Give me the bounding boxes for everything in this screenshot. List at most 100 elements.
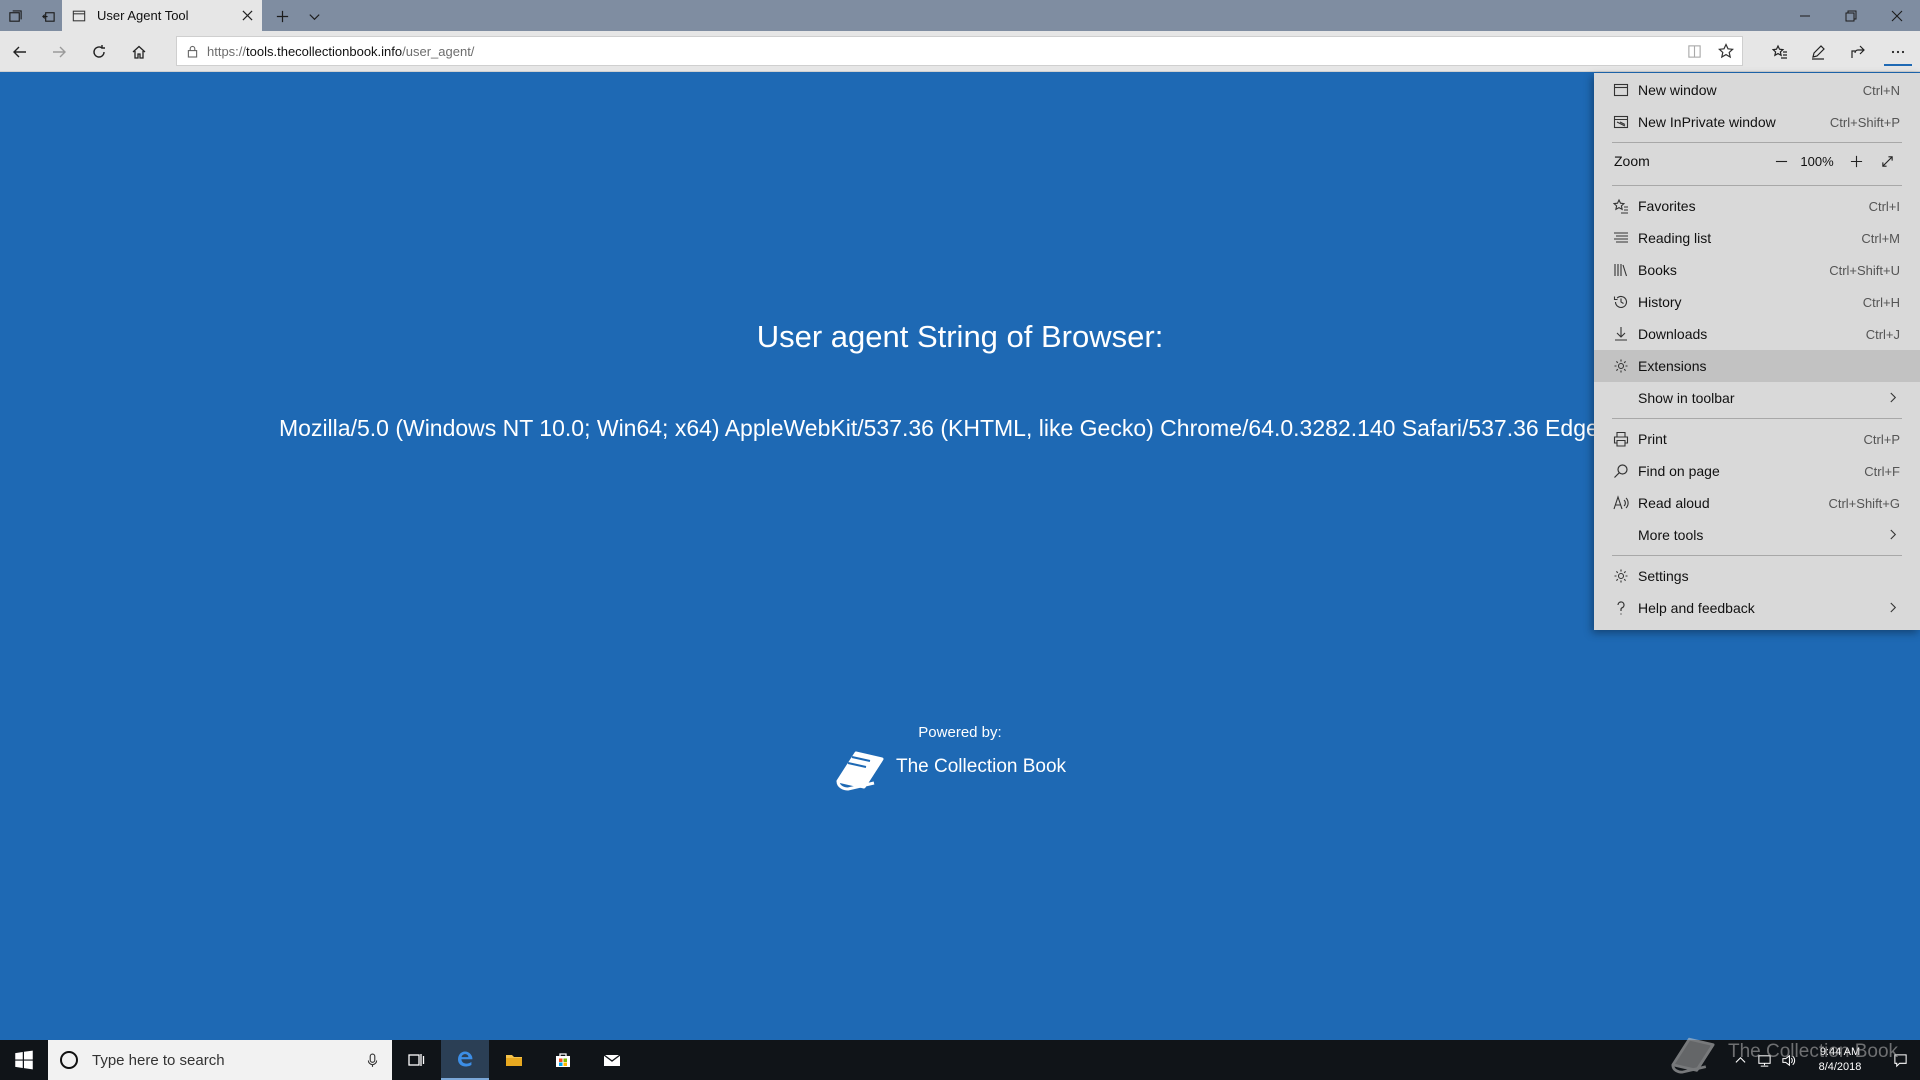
inprivate-window-icon: [1612, 113, 1630, 131]
question-mark-icon: [1612, 599, 1630, 617]
read-aloud-icon: [1612, 494, 1630, 512]
taskbar-search[interactable]: Type here to search: [48, 1040, 392, 1080]
reading-view-icon[interactable]: [1678, 44, 1710, 59]
minimize-button[interactable]: [1782, 0, 1828, 31]
zoom-out-button[interactable]: [1768, 148, 1794, 174]
back-button[interactable]: [6, 38, 34, 66]
address-bar[interactable]: https://tools.thecollectionbook.info/use…: [176, 36, 1743, 66]
menu-shortcut: Ctrl+Shift+U: [1829, 262, 1900, 278]
user-agent-string: Mozilla/5.0 (Windows NT 10.0; Win64; x64…: [279, 415, 1650, 441]
microphone-icon[interactable]: [364, 1051, 380, 1069]
settings-and-more-button[interactable]: [1884, 38, 1912, 66]
menu-shortcut: Ctrl+P: [1863, 431, 1900, 447]
menu-item-show-in-toolbar[interactable]: Show in toolbar: [1594, 382, 1920, 414]
zoom-in-button[interactable]: [1843, 148, 1869, 174]
settings-gear-icon: [1612, 567, 1630, 585]
book-logo-icon: [834, 743, 886, 791]
web-note-pen-icon[interactable]: [1804, 38, 1832, 66]
menu-shortcut: Ctrl+I: [1868, 198, 1900, 214]
chevron-right-icon: [1889, 390, 1898, 406]
menu-item-history[interactable]: History Ctrl+H: [1594, 286, 1920, 318]
menu-item-extensions[interactable]: Extensions: [1594, 350, 1920, 382]
title-bar: User Agent Tool: [0, 0, 1920, 31]
new-tab-icon[interactable]: [271, 5, 293, 27]
menu-label: Find on page: [1638, 463, 1720, 479]
menu-divider: [1612, 555, 1902, 556]
menu-label: Favorites: [1638, 198, 1696, 214]
file-explorer-icon[interactable]: [490, 1040, 538, 1080]
forward-button[interactable]: [45, 38, 73, 66]
search-icon: [1612, 462, 1630, 480]
search-placeholder: Type here to search: [92, 1051, 225, 1069]
lock-icon[interactable]: [177, 45, 207, 58]
menu-label: New InPrivate window: [1638, 114, 1776, 130]
set-tabs-aside-icon[interactable]: [37, 5, 59, 27]
watermark-text: The Collection Book: [1728, 1041, 1899, 1062]
menu-divider: [1612, 185, 1902, 186]
menu-label: Books: [1638, 262, 1677, 278]
menu-item-help-and-feedback[interactable]: Help and feedback: [1594, 592, 1920, 624]
url-host: tools.thecollectionbook.info: [246, 43, 403, 59]
menu-label: Read aloud: [1638, 495, 1710, 511]
menu-item-find-on-page[interactable]: Find on page Ctrl+F: [1594, 455, 1920, 487]
menu-shortcut: Ctrl+N: [1862, 82, 1900, 98]
cortana-circle-icon: [60, 1051, 78, 1069]
chevron-right-icon: [1889, 527, 1898, 543]
store-bag-icon[interactable]: [539, 1040, 587, 1080]
menu-divider: [1612, 418, 1902, 419]
close-window-button[interactable]: [1874, 0, 1920, 31]
menu-item-favorites[interactable]: Favorites Ctrl+I: [1594, 190, 1920, 222]
chevron-right-icon: [1889, 600, 1898, 616]
menu-shortcut: Ctrl+Shift+G: [1828, 495, 1900, 511]
menu-label: More tools: [1638, 527, 1704, 543]
chevron-down-icon[interactable]: [303, 5, 325, 27]
menu-item-more-tools[interactable]: More tools: [1594, 519, 1920, 551]
restore-button[interactable]: [1828, 0, 1874, 31]
refresh-button[interactable]: [85, 38, 113, 66]
close-tab-icon[interactable]: [235, 4, 259, 28]
edge-browser-icon[interactable]: [441, 1040, 489, 1080]
add-favorite-star-icon[interactable]: [1710, 43, 1742, 59]
zoom-row: Zoom 100%: [1594, 142, 1920, 180]
menu-label: Extensions: [1638, 358, 1707, 374]
browser-tab[interactable]: User Agent Tool: [62, 0, 262, 31]
fullscreen-icon[interactable]: [1874, 148, 1900, 174]
mail-icon[interactable]: [588, 1040, 636, 1080]
menu-label: Settings: [1638, 568, 1689, 584]
url-scheme: https://: [207, 43, 247, 59]
tab-preview-icon[interactable]: [4, 5, 26, 27]
menu-item-print[interactable]: Print Ctrl+P: [1594, 423, 1920, 455]
reading-list-icon: [1612, 229, 1630, 247]
page-icon: [72, 8, 88, 24]
task-view-icon[interactable]: [392, 1040, 440, 1080]
extensions-gear-icon: [1612, 357, 1630, 375]
brand-link[interactable]: The Collection Book: [834, 743, 1066, 791]
menu-label: Reading list: [1638, 230, 1712, 246]
url-path: /user_agent/: [402, 43, 475, 59]
menu-label: Print: [1638, 431, 1667, 447]
zoom-label: Zoom: [1614, 153, 1650, 169]
watermark: The Collection Book: [1668, 1030, 1898, 1074]
window-icon: [1612, 81, 1630, 99]
menu-item-settings[interactable]: Settings: [1594, 560, 1920, 592]
menu-item-reading-list[interactable]: Reading list Ctrl+M: [1594, 222, 1920, 254]
menu-item-books[interactable]: Books Ctrl+Shift+U: [1594, 254, 1920, 286]
menu-item-new-window[interactable]: New window Ctrl+N: [1594, 74, 1920, 106]
menu-label: Show in toolbar: [1638, 390, 1735, 406]
menu-shortcut: Ctrl+Shift+P: [1829, 114, 1900, 130]
menu-item-downloads[interactable]: Downloads Ctrl+J: [1594, 318, 1920, 350]
home-button[interactable]: [125, 38, 153, 66]
brand-name: The Collection Book: [896, 756, 1067, 777]
menu-item-read-aloud[interactable]: Read aloud Ctrl+Shift+G: [1594, 487, 1920, 519]
menu-shortcut: Ctrl+F: [1864, 463, 1900, 479]
menu-item-new-inprivate-window[interactable]: New InPrivate window Ctrl+Shift+P: [1594, 106, 1920, 138]
menu-label: Downloads: [1638, 326, 1708, 342]
share-icon[interactable]: [1844, 38, 1872, 66]
favorites-star-icon: [1612, 197, 1630, 215]
taskbar: Type here to search 9:44 AM 8/4/2018: [0, 1040, 1920, 1080]
favorites-hub-icon[interactable]: [1766, 38, 1794, 66]
menu-label: New window: [1638, 82, 1717, 98]
menu-shortcut: Ctrl+M: [1861, 230, 1900, 246]
windows-start-icon[interactable]: [0, 1040, 48, 1080]
menu-shortcut: Ctrl+H: [1862, 294, 1900, 310]
